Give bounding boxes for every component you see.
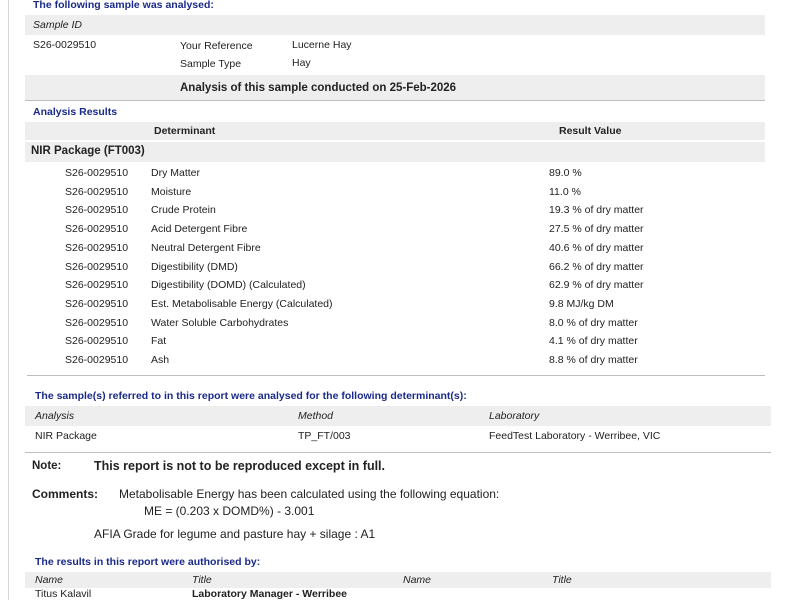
note-label: Note:	[32, 460, 62, 472]
authoriser-title-wrap: Laboratory Manager - Werribee	[192, 588, 412, 600]
table-row: S26-0029510 Neutral Detergent Fibre 40.6…	[9, 242, 779, 261]
row-value: 27.5 % of dry matter	[549, 223, 644, 235]
report-page: The following sample was analysed: Sampl…	[8, 0, 779, 600]
row-determinant: Crude Protein	[151, 204, 216, 216]
row-value: 8.0 % of dry matter	[549, 317, 638, 329]
authorised-header-band	[25, 572, 771, 588]
row-sample-id: S26-0029510	[65, 298, 129, 310]
row-value: 8.8 % of dry matter	[549, 354, 638, 366]
col-name: Name	[35, 574, 64, 586]
table-row: S26-0029510 Crude Protein 19.3 % of dry …	[9, 204, 779, 223]
results-heading: Analysis Results	[33, 106, 118, 118]
table-row: S26-0029510 Moisture 11.0 %	[9, 186, 779, 205]
divider	[25, 100, 765, 101]
table-row: S26-0029510 Fat 4.1 % of dry matter	[9, 335, 779, 354]
table-row: S26-0029510 Dry Matter 89.0 %	[9, 167, 779, 186]
table-row: S26-0029510 Ash 8.8 % of dry matter	[9, 354, 779, 373]
row-value: 9.8 MJ/kg DM	[549, 298, 614, 310]
authoriser-name: Titus Kalavil	[35, 588, 92, 600]
row-sample-id: S26-0029510	[65, 204, 129, 216]
sample-id-value: S26-0029510	[33, 39, 97, 51]
authorised-heading: The results in this report were authoris…	[35, 556, 261, 568]
col-laboratory: Laboratory	[489, 410, 540, 422]
col-analysis: Analysis	[35, 410, 75, 422]
authoriser-title: Laboratory Manager - Werribee	[192, 588, 348, 600]
row-value: 66.2 % of dry matter	[549, 261, 644, 273]
row-sample-id: S26-0029510	[65, 279, 129, 291]
table-row: S26-0029510 Water Soluble Carbohydrates …	[9, 317, 779, 336]
sample-id-band	[25, 15, 765, 35]
divider	[27, 375, 765, 376]
row-value: 62.9 % of dry matter	[549, 279, 644, 291]
row-value: 89.0 %	[549, 167, 582, 179]
comments-grade: AFIA Grade for legume and pasture hay + …	[94, 527, 376, 541]
table-row: S26-0029510 Digestibility (DMD) 66.2 % o…	[9, 261, 779, 280]
sample-type-value: Hay	[292, 57, 311, 69]
col-method: Method	[298, 410, 334, 422]
authoriser-name-wrap: Titus Kalavil	[35, 588, 175, 600]
table-row: S26-0029510 Est. Metabolisable Energy (C…	[9, 298, 779, 317]
divider	[25, 452, 771, 453]
table-row: S26-0029510 Digestibility (DOMD) (Calcul…	[9, 279, 779, 298]
col-title-2: Title	[552, 574, 572, 586]
row-determinant: Ash	[151, 354, 170, 366]
determinants-header-band	[25, 406, 771, 426]
your-reference-value: Lucerne Hay	[292, 39, 352, 51]
laboratory-value: FeedTest Laboratory - Werribee, VIC	[489, 430, 661, 442]
comments-line1: Metabolisable Energy has been calculated…	[119, 487, 500, 501]
row-determinant: Water Soluble Carbohydrates	[151, 317, 289, 329]
row-value: 4.1 % of dry matter	[549, 335, 638, 347]
method-value: TP_FT/003	[298, 430, 351, 442]
row-determinant: Acid Detergent Fibre	[151, 223, 248, 235]
row-determinant: Dry Matter	[151, 167, 201, 179]
analysis-value: NIR Package	[35, 430, 97, 442]
col-result-value: Result Value	[559, 125, 622, 137]
row-determinant: Est. Metabolisable Energy (Calculated)	[151, 298, 333, 310]
your-reference-label: Your Reference	[180, 40, 253, 52]
row-sample-id: S26-0029510	[65, 317, 129, 329]
note-text: This report is not to be reproduced exce…	[94, 459, 386, 473]
sample-heading: The following sample was analysed:	[33, 0, 214, 11]
row-determinant: Digestibility (DOMD) (Calculated)	[151, 279, 306, 291]
sample-id-label: Sample ID	[33, 19, 83, 31]
comments-label: Comments:	[32, 487, 99, 501]
row-sample-id: S26-0029510	[65, 261, 129, 273]
col-name-2: Name	[403, 574, 432, 586]
row-value: 40.6 % of dry matter	[549, 242, 644, 254]
table-row: S26-0029510 Acid Detergent Fibre 27.5 % …	[9, 223, 779, 242]
row-sample-id: S26-0029510	[65, 167, 129, 179]
package-title: NIR Package (FT003)	[31, 145, 145, 157]
col-title: Title	[192, 574, 212, 586]
comments-equation: ME = (0.203 x DOMD%) - 3.001	[144, 504, 315, 518]
row-sample-id: S26-0029510	[65, 335, 129, 347]
sample-type-label: Sample Type	[180, 58, 242, 70]
row-sample-id: S26-0029510	[65, 242, 129, 254]
row-determinant: Fat	[151, 335, 167, 347]
row-sample-id: S26-0029510	[65, 186, 129, 198]
row-determinant: Moisture	[151, 186, 192, 198]
results-header-band	[25, 122, 765, 140]
row-sample-id: S26-0029510	[65, 223, 129, 235]
row-value: 19.3 % of dry matter	[549, 204, 644, 216]
row-value: 11.0 %	[549, 186, 581, 198]
row-sample-id: S26-0029510	[65, 354, 129, 366]
col-determinant: Determinant	[154, 125, 216, 137]
row-determinant: Neutral Detergent Fibre	[151, 242, 261, 254]
determinants-heading: The sample(s) referred to in this report…	[35, 390, 467, 402]
conducted-date: Analysis of this sample conducted on 25-…	[180, 82, 457, 94]
row-determinant: Digestibility (DMD)	[151, 261, 238, 273]
